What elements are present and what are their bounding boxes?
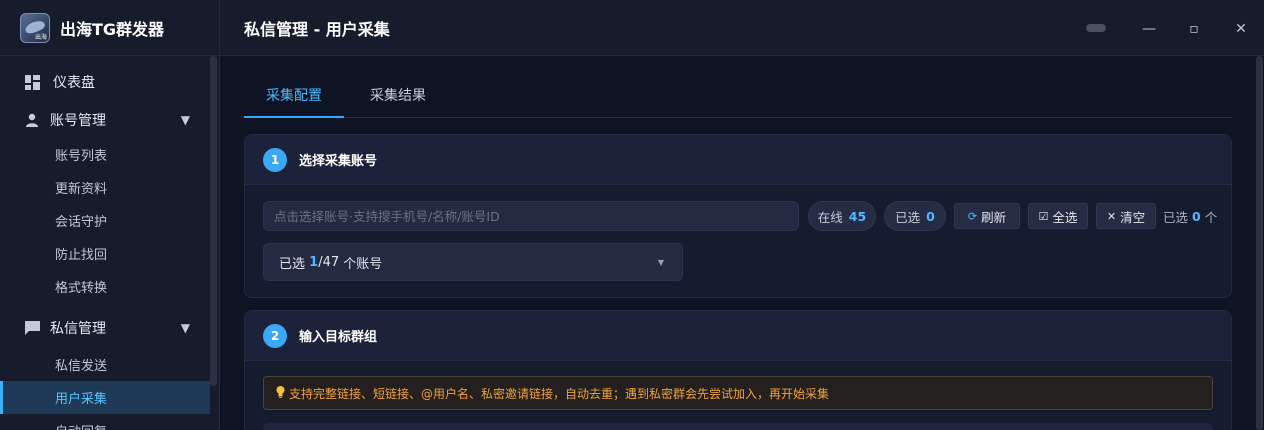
online-count: 45 [848, 208, 867, 224]
online-label: 在线 [817, 209, 843, 225]
close-icon[interactable]: ✕ [1230, 18, 1252, 40]
sidebar-item-account-list[interactable]: 账号列表 [0, 138, 210, 171]
step-number-badge: 1 [263, 147, 287, 172]
sidebar-scrollbar[interactable] [210, 56, 217, 386]
selected-count: 0 [926, 208, 935, 224]
step2-title: 输入目标群组 [299, 330, 378, 345]
sidebar-item-format-convert[interactable]: 格式转换 [0, 270, 210, 303]
x-icon: ✕ [1106, 209, 1117, 223]
checkbox-icon: ☑ [1038, 209, 1049, 223]
sidebar-group-label: 私信管理 [50, 321, 106, 337]
chevron-down-icon[interactable]: ▼ [181, 321, 190, 335]
logo-tag: 出海 [34, 33, 47, 41]
sidebar-group-account[interactable]: 账号管理 ▼ [0, 108, 210, 132]
tip-text: 支持完整链接、短链接、@用户名、私密邀请链接，自动去重；遇到私密群会先尝试加入，… [289, 386, 830, 401]
selected-label: 已选 [895, 209, 921, 225]
sidebar-item-session-guard[interactable]: 会话守护 [0, 204, 210, 237]
target-groups-input[interactable] [263, 423, 1213, 430]
brand: 出海 出海TG群发器 [0, 0, 219, 56]
minimize-icon[interactable]: — [1138, 18, 1160, 40]
user-icon [24, 112, 40, 128]
maximize-icon[interactable]: ▫ [1186, 18, 1202, 40]
main-scrollbar[interactable] [1256, 56, 1263, 430]
dropdown-total: /47 [318, 254, 340, 270]
select-all-button[interactable]: ☑ 全选 [1028, 203, 1088, 229]
selected-summary-count: 0 [1192, 208, 1201, 224]
online-count-chip[interactable]: 在线 45 [808, 201, 876, 231]
selected-summary-suffix: 个 [1204, 209, 1218, 225]
page-title: 私信管理 - 用户采集 [244, 19, 390, 39]
sidebar-group-label: 账号管理 [50, 113, 106, 129]
dropdown-selected: 1 [309, 254, 319, 270]
step-number-badge: 2 [263, 323, 287, 348]
dashboard-icon [24, 74, 40, 90]
tip-banner: 支持完整链接、短链接、@用户名、私密邀请链接，自动去重；遇到私密群会先尝试加入，… [263, 376, 1213, 410]
account-select-dropdown[interactable]: 已选 1/47 个账号 ▼ [263, 243, 683, 281]
step1-header: 1 选择采集账号 [245, 135, 1231, 185]
tab-collect-results[interactable]: 采集结果 [348, 82, 448, 118]
header: 私信管理 - 用户采集 — ▫ ✕ [220, 0, 1264, 56]
sidebar-item-dashboard[interactable]: 仪表盘 [0, 56, 210, 108]
selected-summary-prefix: 已选 [1163, 209, 1189, 225]
sidebar-item-dm-send[interactable]: 私信发送 [0, 348, 210, 381]
chevron-down-icon[interactable]: ▼ [181, 113, 190, 127]
select-all-label: 全选 [1052, 209, 1078, 225]
step1-card: 1 选择采集账号 在线 45 已选 0 ⟳ 刷新 ☑ 全选 ✕ 清空 已选 0 … [244, 134, 1232, 298]
app-logo: 出海 [20, 12, 50, 43]
dropdown-suffix: 个账号 [343, 256, 383, 272]
step2-card: 2 输入目标群组 支持完整链接、短链接、@用户名、私密邀请链接，自动去重；遇到私… [244, 310, 1232, 430]
refresh-icon: ⟳ [967, 209, 978, 223]
selected-count-chip[interactable]: 已选 0 [884, 201, 946, 231]
selected-summary: 已选 0 个 [1163, 201, 1217, 231]
tab-bar: 采集配置 采集结果 [244, 82, 1232, 118]
sidebar-item-anti-recovery[interactable]: 防止找回 [0, 237, 210, 270]
dropdown-prefix: 已选 [279, 256, 306, 272]
sidebar-item-user-collect[interactable]: 用户采集 [0, 381, 210, 414]
sidebar-nav: 仪表盘 账号管理 ▼ 账号列表 更新资料 会话守护 防止找回 格式转换 私信管理… [0, 56, 210, 430]
step1-title: 选择采集账号 [299, 154, 378, 169]
sidebar: 出海 出海TG群发器 仪表盘 账号管理 ▼ 账号列表 更新资料 会话守护 防止找… [0, 0, 220, 430]
chat-icon [24, 320, 40, 336]
sidebar-group-dm[interactable]: 私信管理 ▼ [0, 316, 210, 340]
lightbulb-icon [276, 385, 285, 401]
step2-header: 2 输入目标群组 [245, 311, 1231, 361]
sidebar-item-update-profile[interactable]: 更新资料 [0, 171, 210, 204]
main-scrollbar-thumb[interactable] [1256, 56, 1263, 430]
tab-collect-config[interactable]: 采集配置 [244, 82, 344, 118]
clear-label: 清空 [1120, 209, 1146, 225]
main-content: 采集配置 采集结果 1 选择采集账号 在线 45 已选 0 ⟳ 刷新 ☑ 全选 … [220, 56, 1264, 430]
clear-button[interactable]: ✕ 清空 [1096, 203, 1156, 229]
app-title: 出海TG群发器 [60, 19, 165, 39]
caret-down-icon: ▼ [657, 257, 664, 267]
refresh-label: 刷新 [981, 209, 1007, 225]
sidebar-item-label: 仪表盘 [53, 75, 95, 91]
account-search-input[interactable] [263, 201, 799, 231]
window-pill-control[interactable] [1086, 24, 1106, 32]
refresh-button[interactable]: ⟳ 刷新 [954, 203, 1020, 229]
sidebar-item-auto-reply[interactable]: 自动回复 [0, 414, 210, 430]
